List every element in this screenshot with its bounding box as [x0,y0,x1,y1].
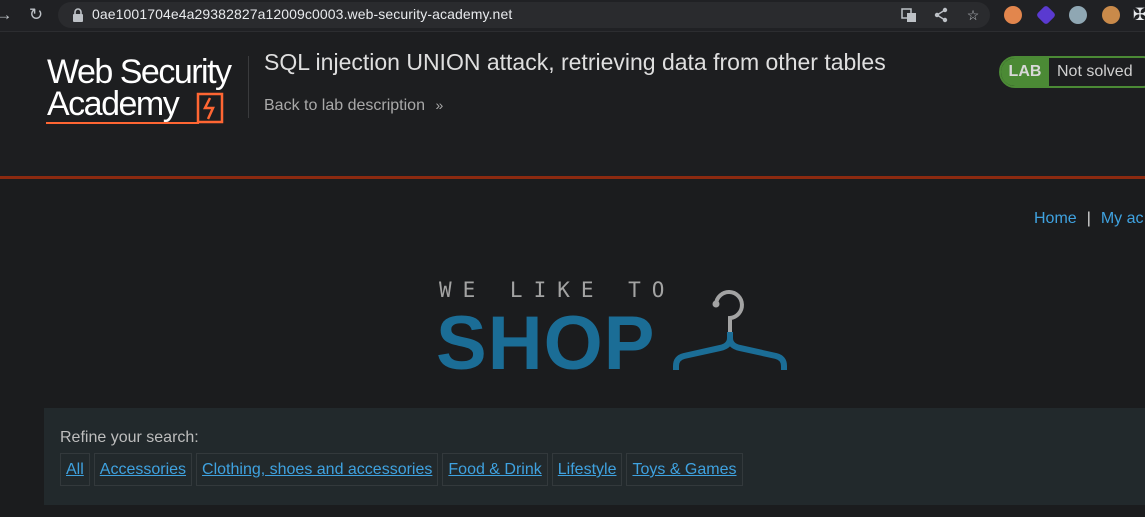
back-link-label: Back to lab description [264,97,425,114]
lab-title: SQL injection UNION attack, retrieving d… [264,49,886,75]
shop-top-nav: Home | My ac [1034,210,1144,228]
category-toys-games-link[interactable]: Toys & Games [626,453,743,486]
back-icon[interactable]: → [0,5,14,25]
share-icon[interactable] [932,6,950,24]
home-link[interactable]: Home [1034,210,1077,227]
my-account-link[interactable]: My ac [1101,210,1144,227]
category-list: All Accessories Clothing, shoes and acce… [60,453,743,486]
lab-badge: LAB [1001,58,1049,86]
url-text[interactable]: 0ae1001704e4a29382827a12009c0003.web-sec… [92,6,512,22]
category-all-link[interactable]: All [60,453,90,486]
extension-icon[interactable] [1069,6,1087,24]
status-text: Not solved [1057,63,1133,80]
reload-icon[interactable]: ↻ [26,5,46,25]
extension-icon[interactable] [1004,6,1022,24]
back-to-description-link[interactable]: Back to lab description » [264,97,443,115]
refine-search-label: Refine your search: [60,429,199,446]
extension-icon[interactable] [1035,4,1057,26]
hanger-icon [673,290,787,370]
category-accessories-link[interactable]: Accessories [93,453,193,486]
header-divider [248,56,249,118]
extensions-icon[interactable]: ✠ [1130,5,1145,25]
translate-icon[interactable] [900,6,918,24]
category-food-drink-link[interactable]: Food & Drink [442,453,548,486]
category-filter-panel: Refine your search: All Accessories Clot… [44,408,1145,505]
lab-status-badge: LAB Not solved [999,56,1145,88]
academy-logo[interactable]: Web Security Academy [44,54,249,126]
header-accent-rule [0,176,1145,179]
logo-underline-icon [46,122,199,124]
browser-toolbar: → ↻ 0ae1001704e4a29382827a12009c0003.web… [0,0,1145,32]
extension-icon[interactable] [1102,6,1120,24]
address-bar[interactable]: 0ae1001704e4a29382827a12009c0003.web-sec… [58,2,990,28]
double-chevron-right-icon: » [435,97,444,113]
shop-logo-word: SHOP [436,301,656,386]
lock-icon[interactable] [71,8,85,22]
logo-text: Academy [47,85,180,123]
category-clothing-link[interactable]: Clothing, shoes and accessories [196,453,439,486]
nav-separator: | [1086,210,1091,227]
academy-header: Web Security Academy SQL injection UNION… [0,32,1145,176]
star-icon[interactable]: ☆ [964,6,982,24]
shop-logo: WE LIKE TO SHOP [436,278,796,386]
shop-logo-tagline: WE LIKE TO [439,278,676,302]
category-lifestyle-link[interactable]: Lifestyle [551,453,623,486]
